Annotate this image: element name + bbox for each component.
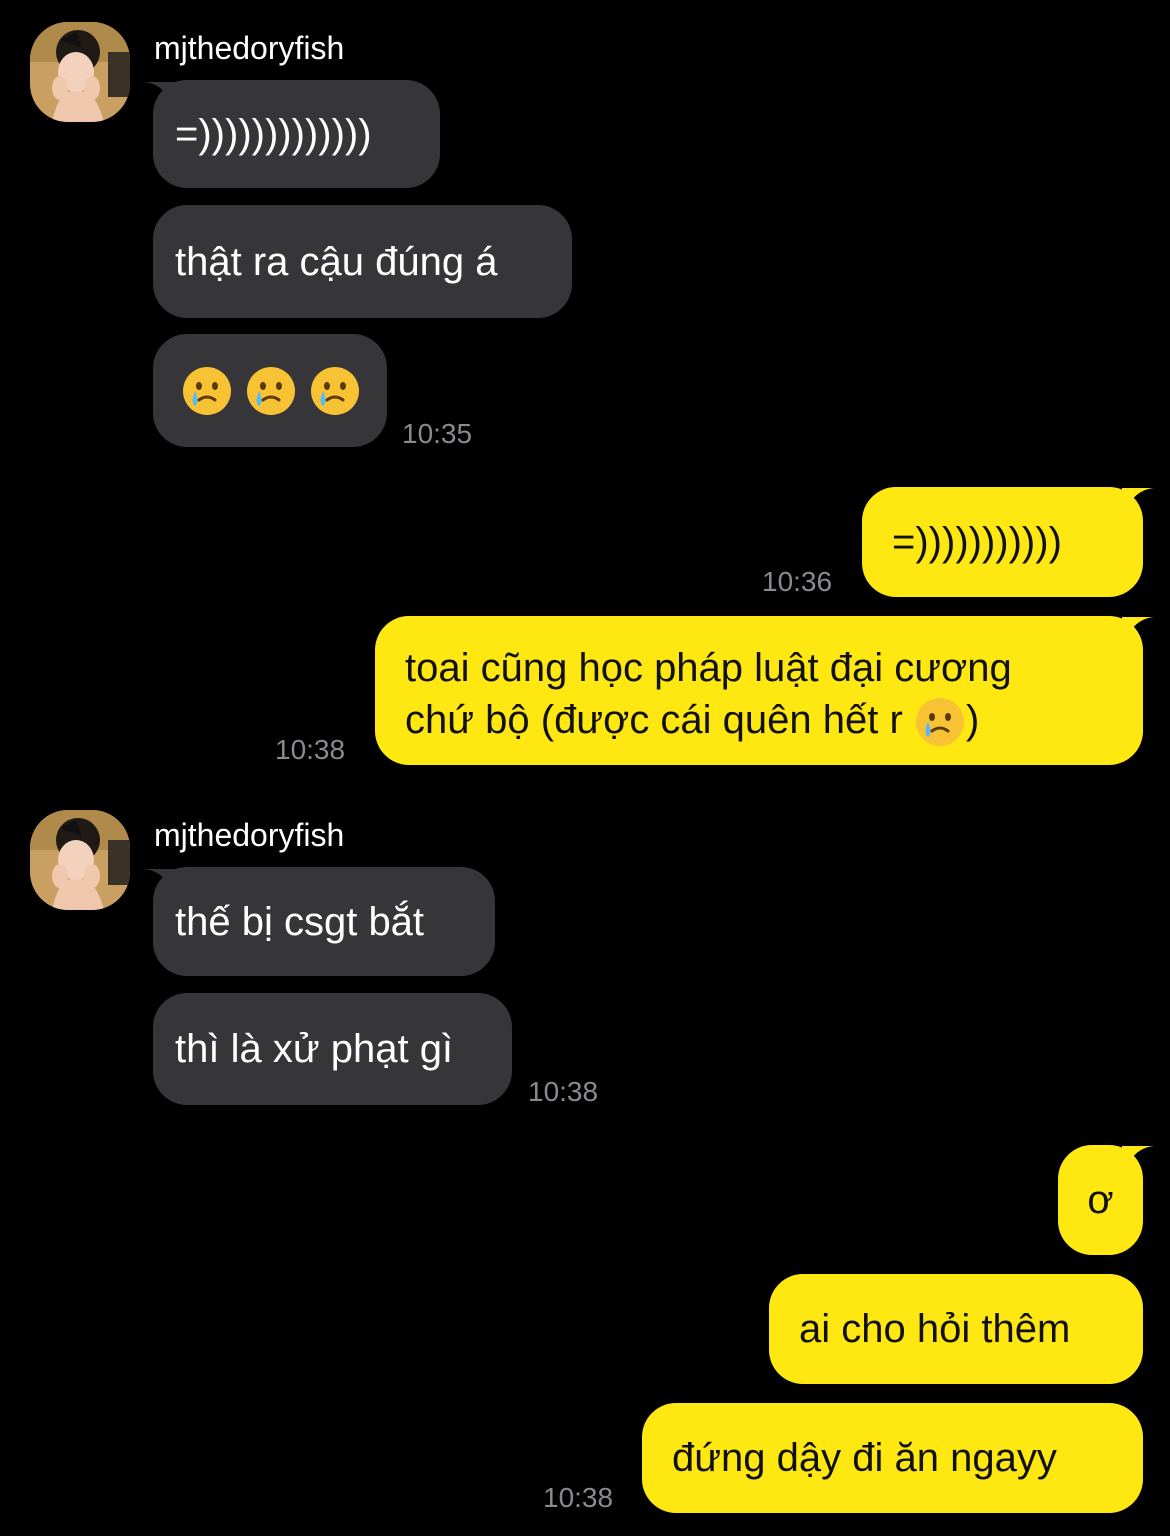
timestamp: 10:38: [275, 734, 346, 765]
message-text: ai cho hỏi thêm: [799, 1307, 1071, 1351]
message-bubble[interactable]: thì là xử phạt gì: [153, 993, 512, 1105]
crying-smile-emoji: [181, 365, 233, 417]
message-text: =))))))))))))): [175, 112, 372, 156]
message-text: ơ: [1087, 1178, 1114, 1222]
crying-smile-emoji: [245, 365, 297, 417]
message-bubble[interactable]: thật ra cậu đúng á: [153, 205, 572, 318]
message-text: ): [965, 698, 980, 742]
timestamp: 10:38: [528, 1076, 599, 1107]
avatar[interactable]: [30, 22, 130, 122]
message-text: thật ra cậu đúng á: [175, 239, 498, 284]
sender-name: mjthedoryfish: [154, 30, 345, 66]
message-bubble[interactable]: đứng dậy đi ăn ngayy: [642, 1403, 1143, 1513]
timestamp: 10:36: [762, 566, 833, 597]
message-text: chứ bộ (được cái quên hết r: [405, 698, 914, 742]
message-text-line: toai cũng học pháp luật đại cương: [405, 646, 1012, 690]
crying-smile-emoji: [309, 365, 361, 417]
sender-name: mjthedoryfish: [154, 817, 345, 853]
message-bubble[interactable]: =))))))))))): [862, 487, 1143, 597]
message-text: thì là xử phạt gì: [175, 1027, 454, 1071]
message-bubble[interactable]: ai cho hỏi thêm: [769, 1274, 1143, 1384]
message-text-line: chứ bộ (được cái quên hết r ): [405, 694, 1012, 748]
crying-smile-emoji: [914, 696, 966, 748]
message-text: đứng dậy đi ăn ngayy: [672, 1436, 1057, 1480]
message-text: thế bị csgt bắt: [175, 899, 425, 944]
message-bubble[interactable]: =))))))))))))): [153, 80, 440, 188]
timestamp: 10:38: [543, 1482, 614, 1513]
timestamp: 10:35: [402, 418, 473, 449]
message-bubble[interactable]: toai cũng học pháp luật đại cương chứ bộ…: [375, 616, 1143, 765]
message-bubble[interactable]: thế bị csgt bắt: [153, 867, 495, 976]
message-text: =))))))))))): [892, 520, 1062, 564]
message-bubble[interactable]: [153, 334, 387, 447]
message-bubble[interactable]: ơ: [1058, 1145, 1143, 1255]
avatar[interactable]: [30, 810, 130, 910]
